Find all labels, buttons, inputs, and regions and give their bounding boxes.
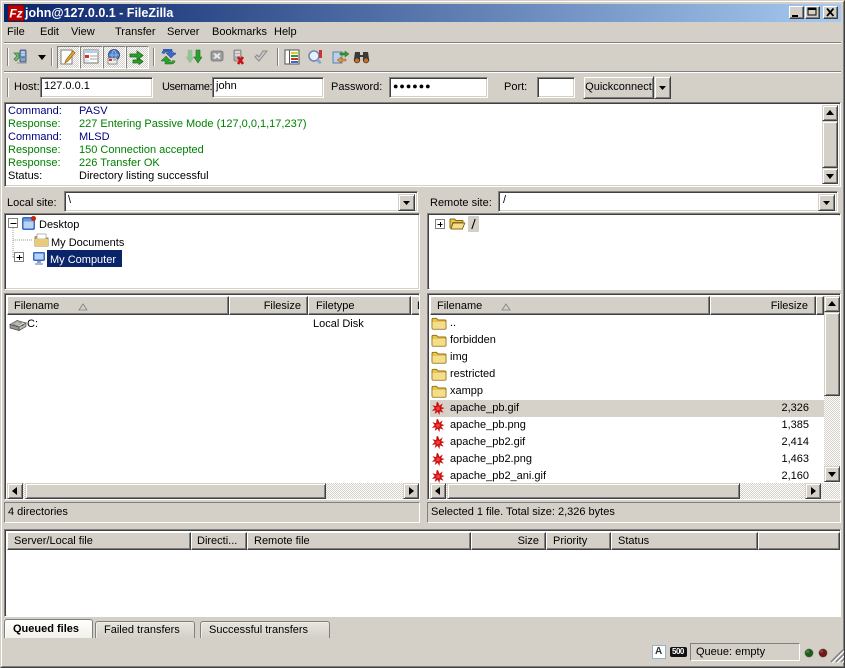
svg-text:Fz: Fz bbox=[9, 7, 22, 21]
svg-text:My Documents: My Documents bbox=[51, 237, 125, 249]
svg-text:My Computer: My Computer bbox=[50, 254, 116, 266]
svg-text:Desktop: Desktop bbox=[39, 219, 79, 231]
